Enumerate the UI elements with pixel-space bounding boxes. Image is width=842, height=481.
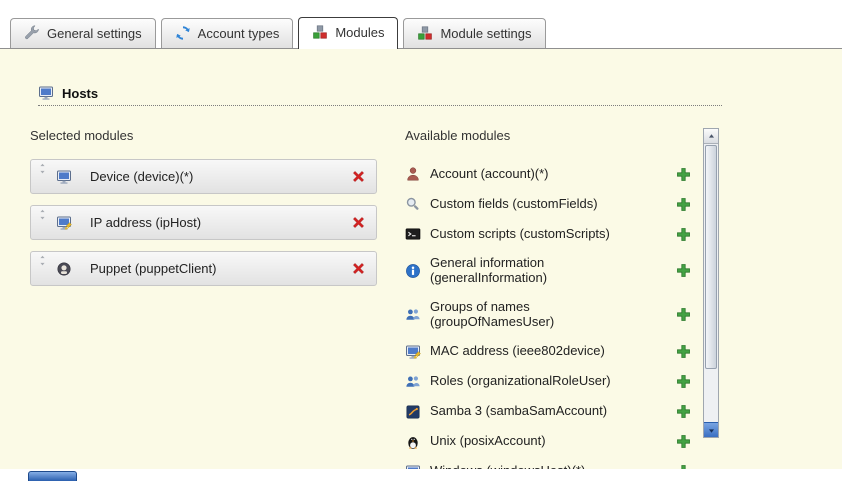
- available-module-row-mac-address: MAC address (ieee802device): [405, 337, 691, 367]
- monitor-icon: [38, 85, 54, 101]
- section-title: Hosts: [62, 86, 98, 101]
- available-module-row-account: Account (account)(*): [405, 159, 691, 189]
- selected-module-row-device[interactable]: Device (device)(*): [30, 159, 377, 194]
- unix-icon: [405, 434, 421, 450]
- selected-modules-heading: Selected modules: [30, 128, 377, 143]
- available-module-row-samba3: Samba 3 (sambaSamAccount): [405, 397, 691, 427]
- add-module-button[interactable]: [676, 197, 691, 212]
- available-module-label: Roles (organizationalRoleUser): [430, 374, 642, 389]
- available-module-row-groups-of-names: Groups of names (groupOfNamesUser): [405, 293, 691, 337]
- available-module-row-windows: Windows (windowsHost)(*): [405, 457, 691, 469]
- scrollbar-track[interactable]: [704, 370, 718, 422]
- custom-scripts-icon: [405, 226, 421, 242]
- selected-module-label: Puppet (puppetClient): [90, 261, 216, 276]
- add-module-button[interactable]: [676, 307, 691, 322]
- modules-tab-content: Hosts Selected modules Device (device)(*…: [0, 49, 842, 469]
- available-modules-column: Available modules Account (account)(*) C…: [405, 128, 719, 469]
- remove-module-button[interactable]: [351, 261, 366, 276]
- tab-general-settings[interactable]: General settings: [10, 18, 156, 48]
- selected-module-row-puppet[interactable]: Puppet (puppetClient): [30, 251, 377, 286]
- available-module-label: Account (account)(*): [430, 167, 642, 182]
- module-columns: Selected modules Device (device)(*) IP a…: [0, 128, 842, 469]
- remove-module-button[interactable]: [351, 215, 366, 230]
- samba-icon: [405, 404, 421, 420]
- module-settings-icon: [417, 25, 433, 41]
- tab-module-settings[interactable]: Module settings: [403, 18, 545, 48]
- wrench-icon: [24, 25, 40, 41]
- tab-label: Account types: [198, 26, 280, 41]
- tab-modules[interactable]: Modules: [298, 17, 398, 49]
- scroll-up-button[interactable]: [704, 129, 718, 144]
- drag-handle-icon[interactable]: [37, 160, 48, 174]
- roles-icon: [405, 374, 421, 390]
- mac-address-icon: [405, 344, 421, 360]
- groups-icon: [405, 307, 421, 323]
- available-module-label: Samba 3 (sambaSamAccount): [430, 404, 642, 419]
- available-modules-list: Account (account)(*) Custom fields (cust…: [405, 159, 691, 469]
- available-module-row-custom-scripts: Custom scripts (customScripts): [405, 219, 691, 249]
- available-modules-heading: Available modules: [405, 128, 691, 143]
- hosts-section-header: Hosts: [38, 85, 722, 106]
- ip-address-icon: [56, 215, 72, 231]
- bottom-strip: [0, 469, 842, 481]
- tab-bar: General settings Account types Modules M…: [0, 0, 842, 49]
- available-module-label: Unix (posixAccount): [430, 434, 642, 449]
- puppet-icon: [56, 261, 72, 277]
- available-module-label: General information (generalInformation): [430, 256, 642, 286]
- add-module-button[interactable]: [676, 344, 691, 359]
- add-module-button[interactable]: [676, 263, 691, 278]
- selected-module-row-ip-address[interactable]: IP address (ipHost): [30, 205, 377, 240]
- available-module-label: Custom fields (customFields): [430, 197, 642, 212]
- add-module-button[interactable]: [676, 167, 691, 182]
- tab-label: General settings: [47, 26, 142, 41]
- selected-modules-column: Selected modules Device (device)(*) IP a…: [30, 128, 377, 469]
- scrollbar-thumb[interactable]: [705, 145, 717, 369]
- lam-configuration-page: General settings Account types Modules M…: [0, 0, 842, 481]
- device-icon: [56, 169, 72, 185]
- partially-visible-button[interactable]: [28, 471, 77, 481]
- tab-label: Module settings: [440, 26, 531, 41]
- drag-handle-icon[interactable]: [37, 252, 48, 266]
- available-module-row-custom-fields: Custom fields (customFields): [405, 189, 691, 219]
- available-module-label: Groups of names (groupOfNamesUser): [430, 300, 642, 330]
- drag-handle-icon[interactable]: [37, 206, 48, 220]
- tab-account-types[interactable]: Account types: [161, 18, 294, 48]
- tab-label: Modules: [335, 25, 384, 40]
- remove-module-button[interactable]: [351, 169, 366, 184]
- add-module-button[interactable]: [676, 434, 691, 449]
- selected-module-label: IP address (ipHost): [90, 215, 201, 230]
- available-modules-scrollbar[interactable]: [703, 128, 719, 438]
- available-module-row-unix: Unix (posixAccount): [405, 427, 691, 457]
- account-icon: [405, 166, 421, 182]
- available-module-row-general-information: General information (generalInformation): [405, 249, 691, 293]
- available-module-label: MAC address (ieee802device): [430, 344, 642, 359]
- add-module-button[interactable]: [676, 404, 691, 419]
- refresh-icon: [175, 25, 191, 41]
- custom-fields-icon: [405, 196, 421, 212]
- scroll-down-button[interactable]: [704, 422, 718, 437]
- available-module-row-roles: Roles (organizationalRoleUser): [405, 367, 691, 397]
- available-module-label: Custom scripts (customScripts): [430, 227, 642, 242]
- add-module-button[interactable]: [676, 227, 691, 242]
- add-module-button[interactable]: [676, 374, 691, 389]
- selected-module-label: Device (device)(*): [90, 169, 193, 184]
- info-icon: [405, 263, 421, 279]
- modules-icon: [312, 24, 328, 40]
